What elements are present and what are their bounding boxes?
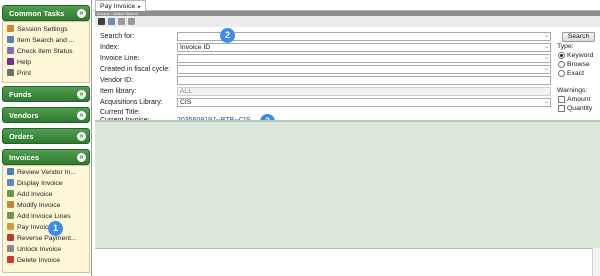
lookup-icon[interactable] [108,18,115,25]
settings-icon [7,25,14,32]
nav-item-search[interactable]: Item Search and ... [7,36,89,46]
add-lines-icon [7,212,14,219]
vendors-header[interactable]: Vendors » [2,107,90,123]
fiscal-cycle-select[interactable]: ⌄ [177,65,551,74]
nav-print[interactable]: Print [7,69,89,79]
status-icon [7,47,14,54]
printer-icon [7,69,14,76]
funds-header[interactable]: Funds » [2,86,90,102]
type-keyword-option[interactable]: Keyword [557,51,597,60]
funds-title: Funds [9,90,32,99]
nav-modify-invoice[interactable]: Modify Invoice [7,201,89,211]
nav-help[interactable]: Help [7,58,89,68]
vendor-id-input[interactable] [177,76,551,85]
dropdown-arrow-icon: ⌄ [543,33,549,39]
acq-library-select[interactable]: CIS ⌄ [177,98,551,107]
checkbox-icon [558,96,565,103]
search-form: Search for: ⌄ Index: Invoice ID ⌄ Invoice… [95,27,600,129]
nav-add-invoice-lines[interactable]: Add Invoice Lines [7,212,89,222]
detail-panel [95,248,600,276]
radio-icon [558,70,565,77]
radio-selected-icon [558,52,565,59]
back-arrow-icon[interactable] [118,18,125,25]
dropdown-arrow-icon: ⌄ [543,99,549,105]
dropdown-arrow-icon: ⌄ [543,44,549,50]
dropdown-arrow-icon: ⌄ [543,55,549,61]
step-badge-1: 1 [48,221,63,236]
invoices-panel: Review Vendor In... Display Invoice Add … [2,165,90,273]
item-library-label: Item library: [100,88,137,95]
index-select[interactable]: Invoice ID ⌄ [177,43,551,52]
tab-pay-invoice[interactable]: Pay Invoice ▸ [95,0,146,11]
help-book-icon [7,58,14,65]
add-icon [7,190,14,197]
sidebar: Common Tasks » Session Settings Item Sea… [0,0,92,276]
checkbox-icon [558,105,565,112]
search-button[interactable]: Search [562,32,595,42]
invoice-line-input[interactable]: ⌄ [177,54,551,63]
invoice-line-label: Invoice Line: [100,55,140,62]
orders-header[interactable]: Orders » [2,128,90,144]
type-group: Type: Keyword Browse Exact [557,43,597,79]
search-for-label: Search for: [100,33,135,40]
tab-arrow-icon: ▸ [138,4,141,10]
warning-amount-option[interactable]: Amount [557,95,600,104]
item-library-field: ALL [177,87,551,96]
common-tasks-panel: Session Settings Item Search and ... Che… [2,21,90,83]
tab-bar: Pay Invoice ▸ [93,0,600,11]
nav-add-invoice[interactable]: Add Invoice [7,190,89,200]
expand-toggle-icon[interactable]: » [77,132,86,141]
nav-check-item-status[interactable]: Check Item Status [7,47,89,57]
collapse-toggle-icon[interactable]: » [77,9,86,18]
fiscal-cycle-label: Created in fiscal cycle: [100,66,171,73]
nav-unlock-invoice[interactable]: Unlock Invoice [7,245,89,255]
nav-display-invoice[interactable]: Display Invoice [7,179,89,189]
expand-toggle-icon[interactable]: » [77,111,86,120]
step-badge-2-search: 2 [220,28,235,43]
dropdown-arrow-icon: ⌄ [543,66,549,72]
common-tasks-header[interactable]: Common Tasks » [2,5,90,21]
pay-icon [7,223,14,230]
collapse-toggle-icon[interactable]: » [77,153,86,162]
expand-toggle-icon[interactable]: » [77,90,86,99]
index-label: Index: [100,44,120,51]
warning-quantity-option[interactable]: Quantity [557,104,600,113]
nav-review-vendor-invoice[interactable]: Review Vendor In... [7,168,89,178]
type-title: Type: [557,43,574,50]
toolbar [95,16,600,27]
vendor-id-label: Vendor ID: [100,77,134,84]
type-browse-option[interactable]: Browse [557,60,597,69]
vertical-scrollbar[interactable] [592,248,600,276]
invoices-title: Invoices [9,153,40,162]
nav-session-settings[interactable]: Session Settings [7,25,89,35]
orders-title: Orders [9,132,34,141]
review-icon [7,168,14,175]
common-tasks-title: Common Tasks [9,9,65,18]
search-icon [7,36,14,43]
modify-icon [7,201,14,208]
unlock-icon [7,245,14,252]
nav-reverse-payment[interactable]: Reverse Payment... [7,234,89,244]
acq-library-label: Acquisitions Library: [100,99,163,106]
delete-icon [7,256,14,263]
type-exact-option[interactable]: Exact [557,69,597,78]
warnings-title: Warnings: [557,87,588,94]
results-panel [95,120,600,248]
binoculars-icon[interactable] [98,18,105,25]
display-icon [7,179,14,186]
radio-icon [558,61,565,68]
nav-delete-invoice[interactable]: Delete Invoice [7,256,89,266]
warnings-group: Warnings: Amount Quantity [557,87,600,117]
forward-arrow-icon[interactable] [128,18,135,25]
reverse-icon [7,234,14,241]
invoices-header[interactable]: Invoices » [2,149,90,165]
vendors-title: Vendors [9,111,39,120]
